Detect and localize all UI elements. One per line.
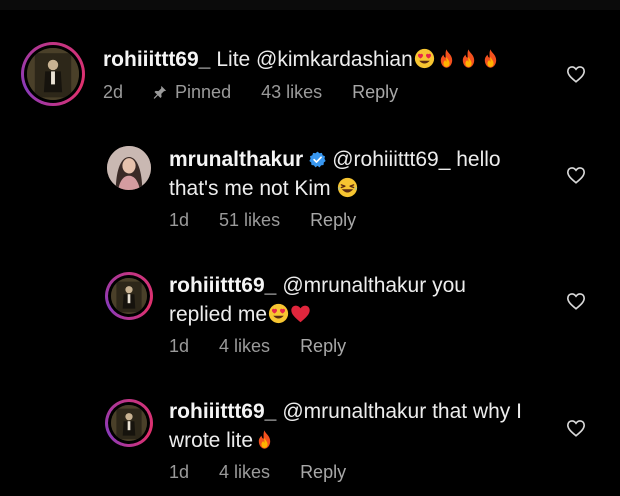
comment-text-line-2: wrote lite — [169, 429, 254, 452]
comment-username[interactable]: rohiiittt69_ — [103, 48, 210, 71]
avatar[interactable] — [105, 272, 153, 320]
comment-text-line-1: @mrunalthakur you — [282, 274, 466, 297]
red-heart-emoji — [290, 303, 311, 324]
reply-button[interactable]: Reply — [352, 82, 398, 103]
avatar-image — [27, 48, 79, 100]
comment-username[interactable]: rohiiittt69_ — [169, 400, 276, 423]
heart-eyes-emoji — [268, 303, 289, 324]
like-heart-icon[interactable] — [566, 166, 586, 184]
comment-time: 2d — [103, 82, 124, 102]
comment-text: Lite @kimkardashian — [216, 48, 413, 71]
comment-time: 1d — [169, 336, 190, 356]
comment-body: rohiiittt69_ Lite @kimkardashian — [103, 45, 501, 74]
comment-text-line-2: replied me — [169, 303, 268, 326]
like-heart-icon[interactable] — [566, 419, 586, 437]
comment-likes[interactable]: 4 likes — [219, 336, 270, 357]
comments-screen: rohiiittt69_ Lite @kimkardashian 2d Pinned… — [0, 0, 620, 496]
avatar-image — [111, 278, 147, 314]
avatar-image — [107, 146, 151, 190]
heart-eyes-emoji — [414, 48, 435, 69]
fire-emoji — [436, 48, 457, 69]
avatar[interactable] — [105, 399, 153, 447]
reply-button[interactable]: Reply — [310, 210, 356, 231]
comment-text-line-2: that's me not Kim — [169, 177, 331, 200]
comment-meta: 1d 4 likes Reply — [169, 336, 346, 357]
pin-icon — [153, 85, 167, 99]
comment-username[interactable]: rohiiittt69_ — [169, 274, 276, 297]
comment-body: mrunalthakur @rohiiittt69_ hello that's m… — [169, 145, 501, 203]
avatar[interactable] — [21, 42, 85, 106]
pinned-label: Pinned — [175, 82, 232, 102]
comment-text-line-1: @rohiiittt69_ hello — [332, 148, 501, 171]
comment-meta: 1d 51 likes Reply — [169, 210, 356, 231]
comment-body: rohiiittt69_ @mrunalthakur that why I wro… — [169, 397, 522, 455]
comment-time: 1d — [169, 210, 190, 230]
avatar-image — [111, 405, 147, 441]
comment-body: rohiiittt69_ @mrunalthakur you replied me — [169, 271, 466, 329]
reply-button[interactable]: Reply — [300, 462, 346, 483]
comment-username[interactable]: mrunalthakur — [169, 148, 303, 171]
comment-likes[interactable]: 43 likes — [261, 82, 322, 103]
comment-meta: 1d 4 likes Reply — [169, 462, 346, 483]
comment-likes[interactable]: 4 likes — [219, 462, 270, 483]
top-bar-edge — [0, 0, 620, 10]
fire-emoji — [458, 48, 479, 69]
fire-emoji — [254, 429, 275, 450]
verified-badge-icon — [309, 151, 326, 168]
comment-text-line-1: @mrunalthakur that why I — [282, 400, 522, 423]
comment-time: 1d — [169, 462, 190, 482]
comment-meta: 2d Pinned 43 likes Reply — [103, 82, 398, 103]
reply-button[interactable]: Reply — [300, 336, 346, 357]
fire-emoji — [480, 48, 501, 69]
laughing-emoji — [337, 177, 358, 198]
comment-likes[interactable]: 51 likes — [219, 210, 280, 231]
like-heart-icon[interactable] — [566, 292, 586, 310]
avatar[interactable] — [107, 146, 151, 190]
like-heart-icon[interactable] — [566, 65, 586, 83]
pinned-indicator: Pinned — [153, 82, 231, 103]
